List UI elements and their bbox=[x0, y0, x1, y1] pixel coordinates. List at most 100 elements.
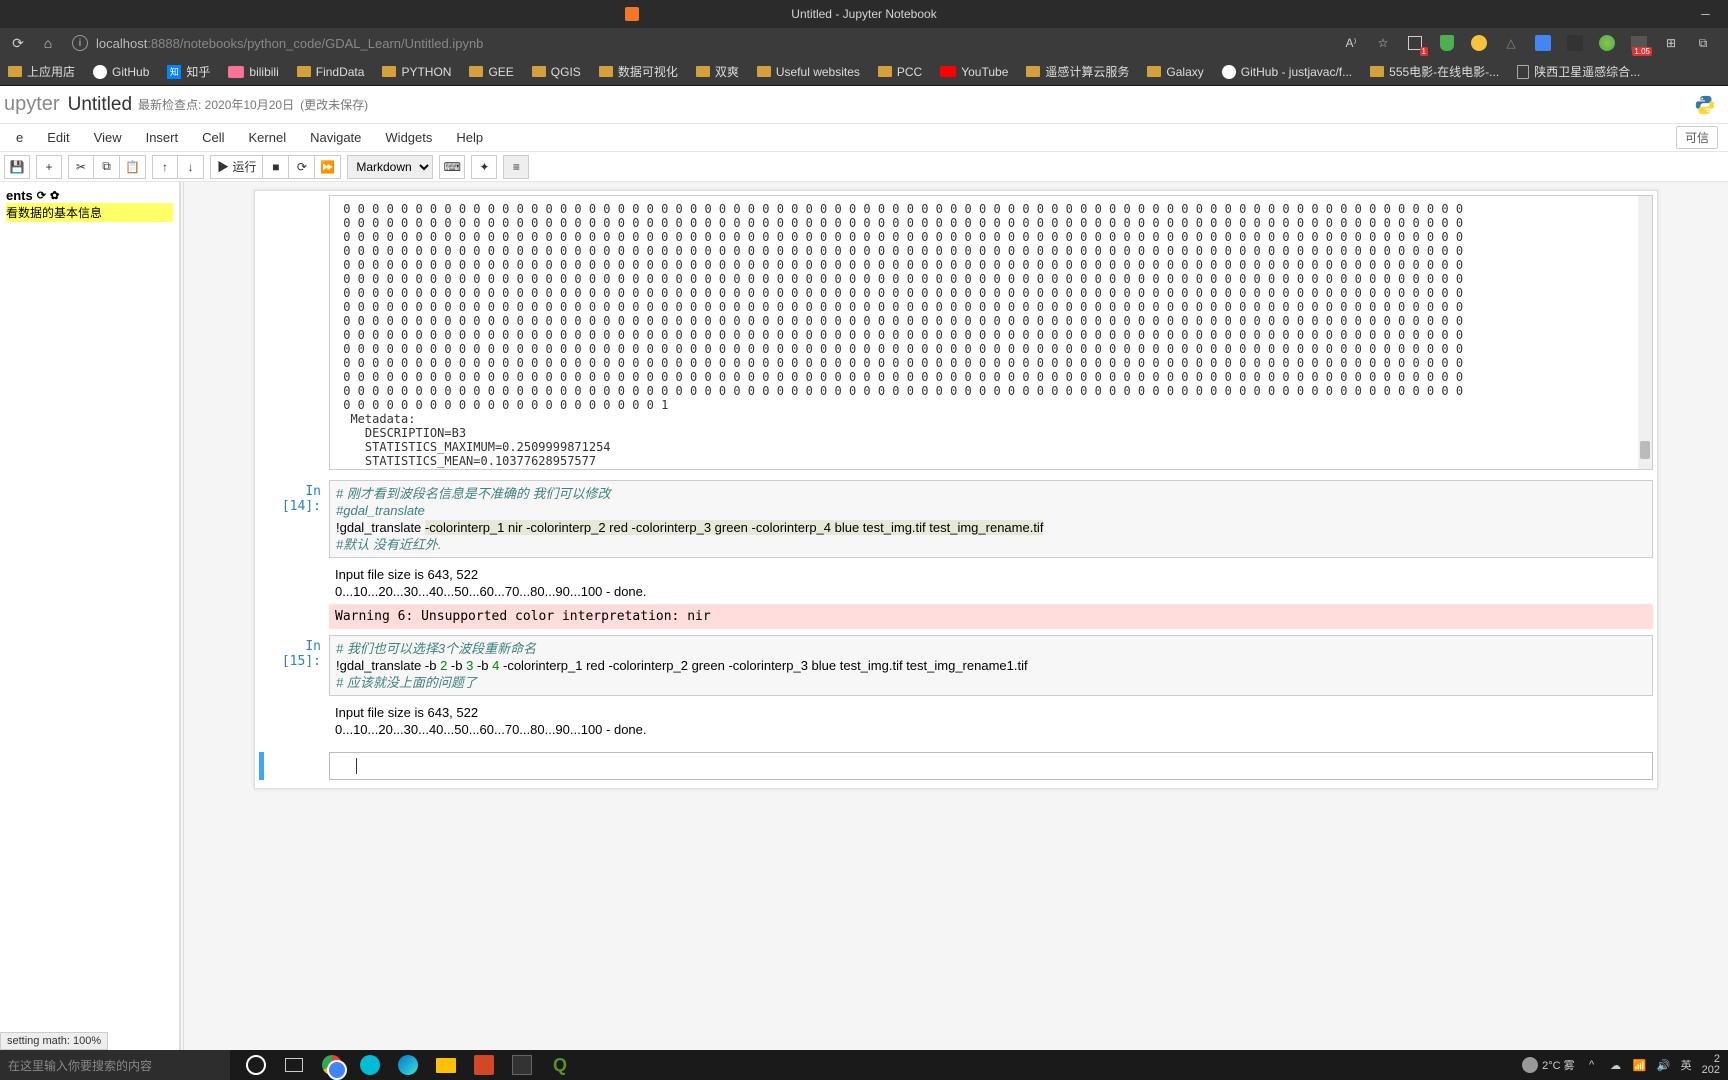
app-teal-icon[interactable] bbox=[352, 1050, 388, 1080]
edge-icon[interactable] bbox=[390, 1050, 426, 1080]
bookmark-item[interactable]: 陕西卫星遥感综合... bbox=[1517, 63, 1640, 80]
bookmark-item[interactable]: 双爽 bbox=[696, 63, 739, 80]
trusted-badge[interactable]: 可信 bbox=[1676, 126, 1718, 149]
url-path: /notebooks/python_code/GDAL_Learn/Untitl… bbox=[180, 36, 484, 51]
output-stdout: Input file size is 643, 522 0...10...20.… bbox=[329, 562, 1653, 604]
output-scrollbar[interactable] bbox=[1638, 196, 1652, 469]
collections-icon[interactable]: ⧉ bbox=[1694, 34, 1712, 52]
notebook-name[interactable]: Untitled bbox=[68, 94, 132, 116]
browser-address-bar: ⟳ ⌂ i localhost:8888/notebooks/python_co… bbox=[0, 28, 1728, 58]
bookmark-item[interactable]: Useful websites bbox=[757, 65, 860, 79]
ext-downloader-icon[interactable]: 1.05 bbox=[1630, 34, 1648, 52]
clock[interactable]: 2 202 bbox=[1702, 1054, 1720, 1076]
restart-run-button[interactable]: ⏩ bbox=[315, 155, 341, 179]
copy-button[interactable]: ⧉ bbox=[94, 155, 120, 179]
input-prompt bbox=[259, 752, 329, 780]
ext-bell-icon[interactable]: △ bbox=[1502, 34, 1520, 52]
menu-widgets[interactable]: Widgets bbox=[373, 126, 444, 149]
move-up-button[interactable]: ↑ bbox=[152, 155, 178, 179]
jupyter-logo[interactable]: upyter bbox=[4, 93, 60, 116]
bookmark-item[interactable]: GEE bbox=[469, 65, 513, 79]
menu-edit[interactable]: Edit bbox=[35, 126, 81, 149]
cortana-icon[interactable] bbox=[238, 1050, 274, 1080]
bookmark-bilibili[interactable]: bilibili bbox=[228, 65, 278, 79]
bookmark-item[interactable]: 数据可视化 bbox=[599, 63, 678, 80]
volume-icon[interactable]: 🔊 bbox=[1657, 1058, 1671, 1072]
menu-kernel[interactable]: Kernel bbox=[237, 126, 299, 149]
tray-up-icon[interactable]: ^ bbox=[1585, 1058, 1599, 1072]
bookmark-item[interactable]: FindData bbox=[297, 65, 365, 79]
toc-settings-icon[interactable]: ✿ bbox=[50, 189, 59, 202]
menu-file[interactable]: e bbox=[4, 126, 35, 149]
mathjax-status: setting math: 100% bbox=[0, 1032, 108, 1050]
code-input[interactable] bbox=[329, 752, 1653, 780]
folder-icon bbox=[469, 66, 483, 77]
extensions-icon[interactable]: ⊞ bbox=[1662, 34, 1680, 52]
qgis-icon[interactable]: Q bbox=[542, 1050, 578, 1080]
toc-button[interactable]: ≡ bbox=[503, 155, 529, 179]
menu-view[interactable]: View bbox=[82, 126, 134, 149]
wifi-icon[interactable]: 📶 bbox=[1633, 1058, 1647, 1072]
add-cell-button[interactable]: + bbox=[36, 155, 62, 179]
bookmark-item[interactable]: 遥感计算云服务 bbox=[1026, 63, 1129, 80]
command-palette-button[interactable]: ⌨ bbox=[439, 155, 465, 179]
onedrive-icon[interactable]: ☁ bbox=[1609, 1058, 1623, 1072]
bookmark-zhihu[interactable]: 知知乎 bbox=[167, 63, 210, 80]
code-cell[interactable]: In [15]: # 我们也可以选择3个波段重新命名 !gdal_transla… bbox=[259, 635, 1653, 696]
cell-type-select[interactable]: Markdown bbox=[347, 155, 433, 179]
stop-button[interactable]: ■ bbox=[263, 155, 289, 179]
bookmark-item[interactable]: Galaxy bbox=[1147, 65, 1203, 79]
variable-button[interactable]: ✦ bbox=[471, 155, 497, 179]
ext-green-icon[interactable] bbox=[1598, 34, 1616, 52]
task-view-icon[interactable] bbox=[276, 1050, 312, 1080]
selected-cell[interactable] bbox=[259, 752, 1653, 780]
move-down-button[interactable]: ↓ bbox=[178, 155, 204, 179]
site-info-icon[interactable]: i bbox=[72, 35, 88, 51]
bookmark-item[interactable]: PCC bbox=[878, 65, 922, 79]
code-input[interactable]: # 刚才看到波段名信息是不准确的 我们可以修改 #gdal_translate … bbox=[329, 480, 1653, 558]
output-scrolled[interactable]: 0 0 0 0 0 0 0 0 0 0 0 0 0 0 0 0 0 0 0 0 … bbox=[329, 195, 1653, 470]
run-button[interactable]: ▶ 运行 bbox=[210, 155, 263, 179]
ext-blue-icon[interactable] bbox=[1534, 34, 1552, 52]
url-input[interactable]: i localhost:8888/notebooks/python_code/G… bbox=[68, 35, 1332, 51]
bookmark-github2[interactable]: GitHub - justjavac/f... bbox=[1222, 65, 1352, 79]
adblock-shield-icon[interactable] bbox=[1438, 34, 1456, 52]
minimize-button[interactable]: ─ bbox=[1683, 0, 1728, 28]
youtube-icon bbox=[940, 66, 956, 77]
cut-button[interactable]: ✂ bbox=[68, 155, 94, 179]
powerpoint-icon[interactable] bbox=[466, 1050, 502, 1080]
scrollbar-thumb[interactable] bbox=[1640, 441, 1650, 459]
bilibili-icon bbox=[228, 66, 244, 78]
toc-item[interactable]: 看数据的基本信息 bbox=[6, 203, 173, 222]
bookmark-github[interactable]: GitHub bbox=[93, 65, 149, 79]
code-cell[interactable]: In [14]: # 刚才看到波段名信息是不准确的 我们可以修改 #gdal_t… bbox=[259, 480, 1653, 558]
bookmark-item[interactable]: 上应用店 bbox=[8, 63, 75, 80]
bookmark-youtube[interactable]: YouTube bbox=[940, 65, 1008, 79]
terminal-icon[interactable] bbox=[504, 1050, 540, 1080]
bookmark-item[interactable]: QGIS bbox=[532, 65, 581, 79]
explorer-icon[interactable] bbox=[428, 1050, 464, 1080]
ext-weather-icon[interactable] bbox=[1470, 34, 1488, 52]
weather-widget[interactable]: 2°C 雾 bbox=[1522, 1057, 1575, 1073]
code-input[interactable]: # 我们也可以选择3个波段重新命名 !gdal_translate -b 2 -… bbox=[329, 635, 1653, 696]
paste-button[interactable]: 📋 bbox=[120, 155, 146, 179]
home-icon[interactable]: ⌂ bbox=[38, 33, 58, 53]
menu-navigate[interactable]: Navigate bbox=[298, 126, 373, 149]
chrome-icon[interactable] bbox=[314, 1050, 350, 1080]
blocker-icon[interactable]: 1 bbox=[1406, 34, 1424, 52]
menu-help[interactable]: Help bbox=[444, 126, 495, 149]
menu-cell[interactable]: Cell bbox=[190, 126, 236, 149]
read-aloud-icon[interactable]: A⁾ bbox=[1342, 34, 1360, 52]
bookmark-item[interactable]: PYTHON bbox=[382, 65, 451, 79]
favorite-icon[interactable]: ☆ bbox=[1374, 34, 1392, 52]
toc-refresh-icon[interactable]: ⟳ bbox=[37, 189, 46, 202]
ime-indicator[interactable]: 英 bbox=[1681, 1057, 1692, 1073]
bookmark-item[interactable]: 555电影-在线电影-... bbox=[1370, 63, 1499, 80]
ext-dark-icon[interactable] bbox=[1566, 34, 1584, 52]
taskbar-search[interactable]: 在这里输入你要搜索的内容 bbox=[0, 1050, 230, 1080]
save-button[interactable]: 💾 bbox=[4, 155, 30, 179]
python-logo-icon[interactable] bbox=[1694, 94, 1716, 116]
restart-button[interactable]: ⟳ bbox=[289, 155, 315, 179]
refresh-icon[interactable]: ⟳ bbox=[8, 33, 28, 53]
menu-insert[interactable]: Insert bbox=[134, 126, 191, 149]
